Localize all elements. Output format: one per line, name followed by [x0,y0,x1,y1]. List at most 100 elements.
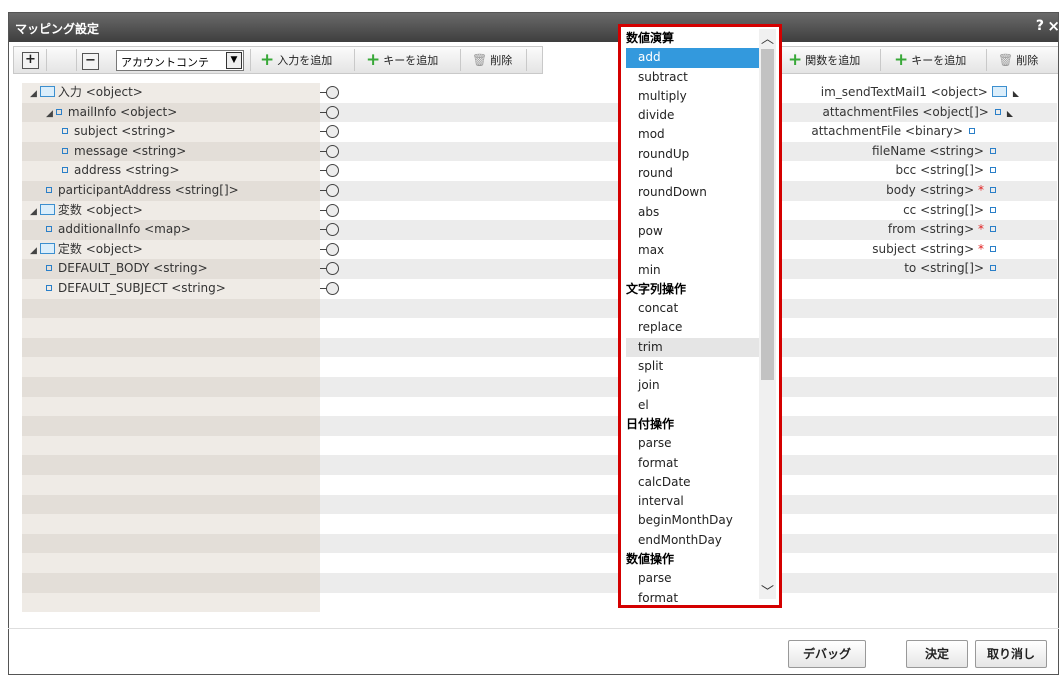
input-tree-node[interactable]: participantAddress <string[]> [46,181,239,200]
input-tree-node[interactable]: address <string> [62,161,180,180]
function-option[interactable]: parse [626,434,759,453]
scrollbar-thumb[interactable] [761,49,774,380]
field-icon [46,265,52,272]
help-icon[interactable]: ? [1036,18,1044,34]
left-toolbar: + − アカウントコンテ ▼ + 入力を追加 + キーを追加 🗑 削除 [13,46,543,74]
function-option[interactable]: subtract [626,68,759,87]
expand-triangle-icon[interactable]: ◢ [30,89,37,99]
connector-handle[interactable] [320,184,342,198]
expand-triangle-icon[interactable]: ◣ [1007,109,1013,118]
function-option[interactable]: interval [626,492,759,511]
output-tree-node[interactable]: im_sendTextMail1 <object> ◣ [821,83,1019,102]
expand-triangle-icon[interactable]: ◢ [30,207,37,217]
output-tree-node[interactable]: subject <string> * [872,240,996,259]
ok-button[interactable]: 決定 [906,640,968,668]
function-option[interactable]: round [626,164,759,183]
input-tree-node[interactable]: message <string> [62,142,186,161]
cancel-button[interactable]: 取り消し [975,640,1047,668]
field-icon [46,285,52,291]
output-tree-node[interactable]: bcc <string[]> [895,161,996,180]
function-option[interactable]: join [626,376,759,395]
add-input-button[interactable]: + 入力を追加 [260,50,332,70]
function-option[interactable]: endMonthDay [626,531,759,550]
field-icon [990,226,996,233]
delete-button-right[interactable]: 🗑 削除 [998,50,1038,70]
delete-label-right: 削除 [1016,54,1039,67]
chevron-down-icon[interactable]: ﹀ [761,581,774,600]
output-tree-node[interactable]: body <string> * [886,181,996,200]
function-option[interactable]: multiply [626,87,759,106]
function-option[interactable]: split [626,357,759,376]
function-option[interactable]: roundDown [626,183,759,202]
input-tree-node[interactable]: ◢ 変数 <object> [30,201,143,220]
field-icon [990,265,996,272]
function-option[interactable]: replace [626,318,759,337]
function-option[interactable]: add [626,48,759,68]
input-column-cell [22,533,320,554]
connector-handle[interactable] [320,164,342,178]
connector-handle[interactable] [320,262,342,276]
function-option[interactable]: min [626,261,759,280]
function-option[interactable]: concat [626,299,759,318]
close-icon[interactable]: × [1047,17,1058,35]
function-option[interactable]: divide [626,106,759,125]
function-option[interactable]: el [626,396,759,415]
connector-handle[interactable] [320,203,342,218]
input-tree-label: DEFAULT_BODY <string> [58,261,208,276]
output-tree-label: attachmentFile <binary> [811,124,963,139]
input-column-cell [22,396,320,417]
function-option[interactable]: format [626,589,759,608]
connector-handle[interactable] [320,144,342,159]
connector-handle[interactable] [320,223,342,237]
output-tree-node[interactable]: cc <string[]> [903,201,996,220]
connector-handle[interactable] [320,105,342,120]
connector-handle[interactable] [320,282,342,296]
function-dropdown[interactable]: 数値演算 add subtract multiply divide mod roundUp r… [618,24,782,608]
function-option[interactable]: pow [626,222,759,241]
connector-handle[interactable] [320,86,342,100]
output-tree-label: fileName <string> [871,143,984,158]
add-key-button-right[interactable]: + キーを追加 [894,50,966,70]
input-tree-node[interactable]: DEFAULT_BODY <string> [46,259,208,278]
function-option[interactable]: parse [626,569,759,588]
input-tree-node[interactable]: ◢ 定数 <object> [30,240,143,259]
debug-button[interactable]: デバッグ [788,640,866,668]
output-tree-node[interactable]: attachmentFiles <object[]> ◣ [823,103,1013,122]
function-option[interactable]: beginMonthDay [626,511,759,530]
required-mark: * [974,183,984,197]
input-column-cell [22,494,320,515]
expand-triangle-icon[interactable]: ◣ [1013,89,1019,98]
input-tree-node[interactable]: ◢ mailInfo <object> [46,103,177,122]
output-tree-node[interactable]: attachmentFile <binary> [811,122,975,141]
output-tree-node[interactable]: from <string> * [888,220,996,239]
collapse-all-button[interactable]: − [82,53,99,70]
folder-icon [991,86,1007,97]
delete-button[interactable]: 🗑 削除 [472,50,512,70]
function-option[interactable]: roundUp [626,145,759,164]
add-key-button[interactable]: + キーを追加 [366,50,438,70]
function-option[interactable]: abs [626,203,759,222]
connector-handle[interactable] [320,125,342,139]
function-option[interactable]: max [626,241,759,260]
function-option[interactable]: trim [626,337,759,358]
input-tree-label: 定数 <object> [57,241,143,256]
expand-triangle-icon[interactable]: ◢ [46,109,53,119]
output-tree-node[interactable]: fileName <string> [872,142,996,161]
folder-icon [39,242,55,254]
dropdown-scrollbar[interactable]: ︿ ﹀ [759,28,776,600]
input-tree-node[interactable]: DEFAULT_SUBJECT <string> [46,279,226,298]
function-option[interactable]: calcDate [626,473,759,492]
input-tree-node[interactable]: additionalInfo <map> [46,220,191,239]
add-key-label-right: キーを追加 [911,54,967,67]
connector-handle[interactable] [320,242,342,257]
chevron-up-icon[interactable]: ︿ [761,28,774,47]
expand-all-button[interactable]: + [22,52,39,69]
add-function-button[interactable]: + 関数を追加 [788,50,860,70]
context-select[interactable]: アカウントコンテ ▼ [116,50,244,71]
function-option[interactable]: mod [626,125,759,144]
output-tree-node[interactable]: to <string[]> [904,259,996,278]
function-option[interactable]: format [626,454,759,473]
expand-triangle-icon[interactable]: ◢ [30,246,37,256]
input-tree-node[interactable]: ◢ 入力 <object> [30,83,143,102]
input-tree-node[interactable]: subject <string> [62,122,176,141]
